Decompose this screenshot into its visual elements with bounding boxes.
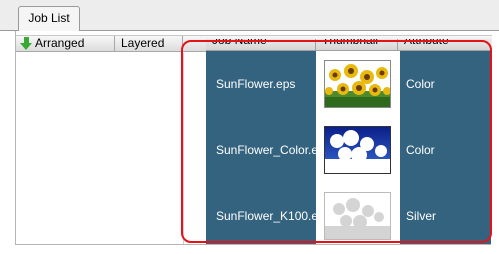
tab-job-list[interactable]: Job List <box>18 6 80 31</box>
highlight-frame <box>181 40 492 243</box>
column-header-layered[interactable]: Layered <box>115 36 183 52</box>
tab-job-list-label: Job List <box>28 11 70 25</box>
column-arranged-label: Arranged <box>35 36 85 50</box>
panel-bottom-border <box>15 244 491 245</box>
job-list-window: Job List Arranged Layered Job Name Thumb… <box>0 0 499 254</box>
column-layered-label: Layered <box>121 36 165 50</box>
column-header-arranged[interactable]: Arranged <box>16 36 115 52</box>
tab-strip: Job List <box>0 0 499 31</box>
down-arrow-icon <box>20 37 32 51</box>
